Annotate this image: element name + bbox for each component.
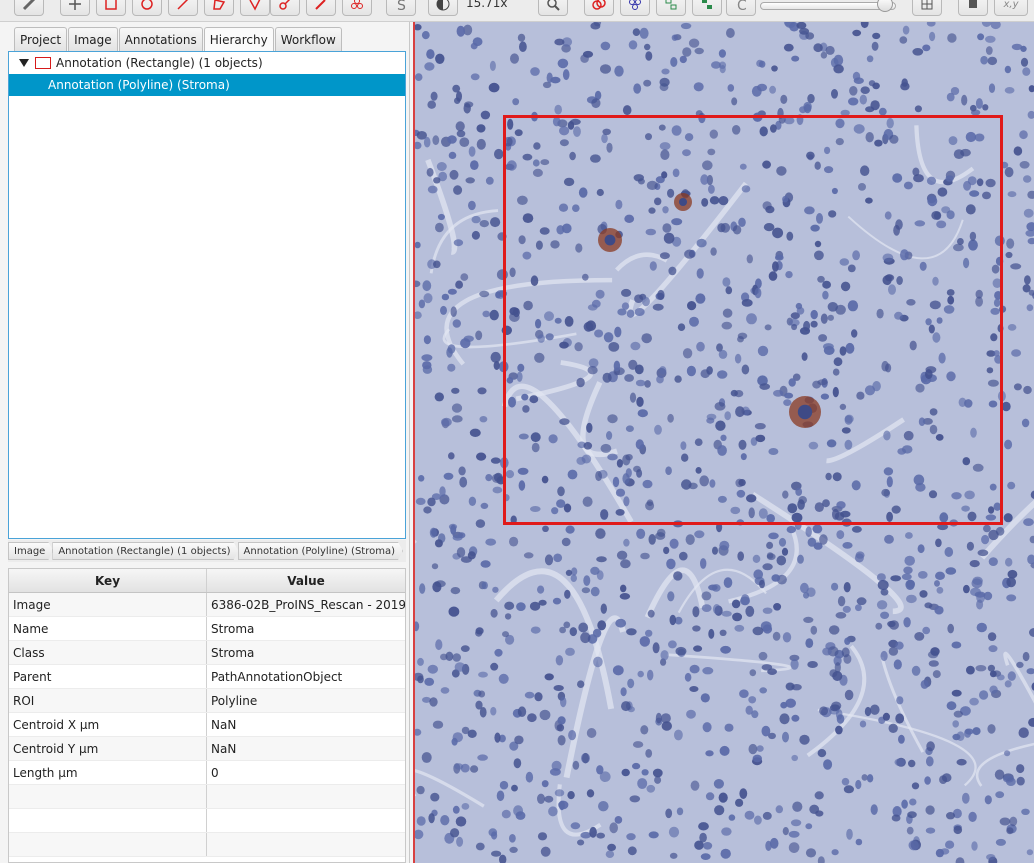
cursor-location-button[interactable]: x,y <box>994 0 1028 16</box>
property-key: ROI <box>9 689 207 712</box>
table-row[interactable] <box>9 785 405 809</box>
table-row[interactable]: Centroid X µm NaN <box>9 713 405 737</box>
tree-item-polyline[interactable]: Annotation (Polyline) (Stroma) <box>9 74 405 96</box>
property-key: Centroid Y µm <box>9 737 207 760</box>
tab-image[interactable]: Image <box>68 27 118 51</box>
main-toolbar: S 15.71x C x,y <box>0 0 1034 22</box>
property-value: NaN <box>211 741 237 756</box>
property-value: Stroma <box>211 645 255 660</box>
table-row[interactable]: Centroid Y µm NaN <box>9 737 405 761</box>
table-row[interactable] <box>9 833 405 857</box>
breadcrumb-image[interactable]: Image <box>8 542 53 560</box>
table-row[interactable]: Image 6386-02B_ProINS_Rescan - 2019-... <box>9 593 405 617</box>
table-row[interactable]: Class Stroma <box>9 641 405 665</box>
property-value: PathAnnotationObject <box>211 669 343 684</box>
ellipse-icon[interactable] <box>132 0 162 16</box>
analysis-pane: Project Image Annotations Hierarchy Work… <box>0 22 410 863</box>
table-row[interactable]: Name Stroma <box>9 617 405 641</box>
properties-table: Key Value Image 6386-02B_ProINS_Rescan - … <box>8 568 406 863</box>
property-key: Name <box>9 617 207 640</box>
tab-project[interactable]: Project <box>14 27 68 51</box>
table-row[interactable]: Length µm 0 <box>9 761 405 785</box>
property-key <box>9 809 207 832</box>
fill-detections-icon[interactable] <box>692 0 722 16</box>
show-annotations-icon[interactable] <box>584 0 614 16</box>
tab-workflow[interactable]: Workflow <box>274 27 342 51</box>
rectangle-icon[interactable] <box>96 0 126 16</box>
table-row[interactable]: ROI Polyline <box>9 689 405 713</box>
property-value: 0 <box>211 765 219 780</box>
tree-item-label: Annotation (Polyline) (Stroma) <box>48 78 230 92</box>
table-row[interactable] <box>9 809 405 833</box>
breadcrumb-rectangle[interactable]: Annotation (Rectangle) (1 objects) <box>52 542 238 560</box>
property-value: Polyline <box>211 693 258 708</box>
line-icon[interactable] <box>168 0 198 16</box>
grid-icon[interactable] <box>912 0 942 16</box>
show-detections-icon[interactable] <box>656 0 686 16</box>
brightness-contrast-icon[interactable] <box>428 0 458 16</box>
tab-annotations[interactable]: Annotations <box>118 27 203 51</box>
show-tma-icon[interactable] <box>620 0 650 16</box>
measurement-icon[interactable] <box>958 0 988 16</box>
points-icon[interactable] <box>342 0 372 16</box>
analysis-tabs: Project Image Annotations Hierarchy Work… <box>14 27 342 51</box>
breadcrumb-polyline[interactable]: Annotation (Polyline) (Stroma) <box>238 542 403 560</box>
property-key: Length µm <box>9 761 207 784</box>
brush-icon[interactable] <box>270 0 300 16</box>
property-value <box>207 809 405 832</box>
property-key: Centroid X µm <box>9 713 207 736</box>
column-header-value[interactable]: Value <box>207 569 405 592</box>
property-value <box>207 785 405 808</box>
opacity-slider[interactable] <box>760 2 896 10</box>
polygon-icon[interactable] <box>204 0 234 16</box>
property-key: Class <box>9 641 207 664</box>
svg-text:C: C <box>737 0 747 12</box>
property-value: NaN <box>211 717 237 732</box>
rectangle-annotation-icon <box>35 57 51 69</box>
tree-item-rectangle[interactable]: Annotation (Rectangle) (1 objects) <box>9 52 405 74</box>
zoom-to-fit-icon[interactable] <box>538 0 568 16</box>
expand-triangle-icon[interactable] <box>19 59 29 67</box>
opacity-slider-handle[interactable] <box>877 0 893 12</box>
zoom-level: 15.71x <box>466 0 508 10</box>
property-value: Stroma <box>211 621 255 636</box>
rectangle-annotation[interactable] <box>503 115 1003 525</box>
property-value: 6386-02B_ProINS_Rescan - 2019-... <box>211 597 405 612</box>
wand-icon[interactable] <box>306 0 336 16</box>
image-viewer[interactable] <box>413 22 1034 863</box>
show-pixel-classification-icon[interactable]: C <box>726 0 756 16</box>
table-header: Key Value <box>9 569 405 593</box>
ruler-icon[interactable] <box>14 0 44 16</box>
selection-mode-icon[interactable]: S <box>386 0 416 16</box>
table-row[interactable]: Parent PathAnnotationObject <box>9 665 405 689</box>
polyline-icon[interactable] <box>240 0 270 16</box>
breadcrumb: Image Annotation (Rectangle) (1 objects)… <box>8 540 406 562</box>
property-value <box>207 833 405 856</box>
property-key <box>9 785 207 808</box>
hierarchy-tree[interactable]: Annotation (Rectangle) (1 objects) Annot… <box>8 51 406 539</box>
move-icon[interactable] <box>60 0 90 16</box>
svg-text:S: S <box>397 0 406 12</box>
property-key: Parent <box>9 665 207 688</box>
column-header-key[interactable]: Key <box>9 569 207 592</box>
property-key <box>9 833 207 856</box>
tab-hierarchy[interactable]: Hierarchy <box>203 27 274 51</box>
tree-item-label: Annotation (Rectangle) (1 objects) <box>56 56 263 70</box>
property-key: Image <box>9 593 207 616</box>
